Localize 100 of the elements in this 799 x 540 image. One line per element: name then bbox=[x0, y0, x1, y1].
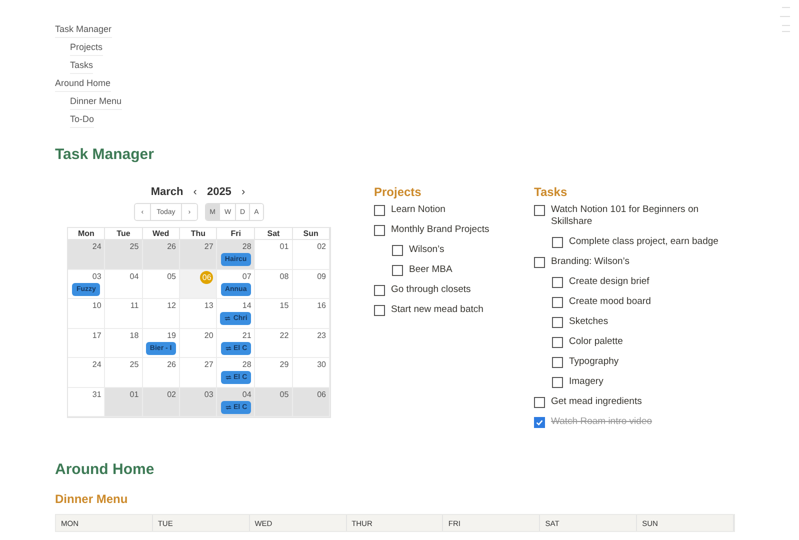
day-cell[interactable]: 24 bbox=[68, 358, 106, 388]
task-label: Complete class project, earn badge bbox=[569, 236, 718, 248]
day-number: 28 bbox=[242, 359, 252, 370]
day-number: 10 bbox=[92, 300, 102, 311]
checkbox[interactable] bbox=[374, 205, 385, 216]
repeat-icon bbox=[224, 315, 232, 322]
task-label: Sketches bbox=[569, 316, 608, 328]
task-label: Imagery bbox=[569, 376, 604, 388]
task-label: Get mead ingredients bbox=[551, 396, 642, 408]
day-cell[interactable]: 06 bbox=[292, 388, 330, 417]
month-label: March bbox=[150, 186, 184, 198]
day-number: 27 bbox=[204, 241, 214, 252]
day-cell[interactable]: 01 bbox=[105, 388, 143, 417]
toc-link[interactable]: Task Manager bbox=[55, 20, 112, 38]
task-label: Typography bbox=[569, 356, 619, 368]
checkbox[interactable] bbox=[552, 317, 563, 328]
day-number: 07 bbox=[242, 270, 252, 282]
day-cell[interactable]: 02 bbox=[292, 240, 330, 270]
next-year-button[interactable]: › bbox=[239, 186, 248, 198]
day-number: 17 bbox=[92, 330, 102, 340]
day-cell[interactable]: 25 bbox=[105, 240, 143, 270]
task-label: Watch Roam intro video bbox=[551, 416, 652, 428]
checkbox[interactable] bbox=[552, 377, 563, 388]
checkbox[interactable] bbox=[552, 337, 563, 348]
checkbox[interactable] bbox=[374, 285, 385, 296]
toc-link[interactable]: Tasks bbox=[70, 56, 94, 74]
day-number: 06 bbox=[200, 270, 214, 284]
previous-year-button[interactable]: ‹ bbox=[191, 186, 199, 198]
checkbox[interactable] bbox=[534, 397, 545, 408]
task-label: Start new mead batch bbox=[391, 304, 484, 316]
toc-link[interactable]: Projects bbox=[70, 38, 103, 56]
toc-link[interactable]: Dinner Menu bbox=[70, 92, 122, 110]
day-number: 28 bbox=[242, 241, 252, 252]
day-cell[interactable]: 01 bbox=[255, 240, 293, 270]
day-cell[interactable]: 20 bbox=[180, 328, 218, 358]
section-heading: Task Manager bbox=[55, 146, 155, 163]
day-number: 12 bbox=[167, 300, 176, 311]
checkbox[interactable] bbox=[392, 265, 403, 276]
day-number: 23 bbox=[317, 330, 326, 340]
checkbox[interactable] bbox=[374, 225, 385, 236]
day-cell[interactable]: 13 bbox=[180, 299, 218, 328]
day-cell[interactable]: 17 bbox=[68, 328, 106, 358]
weekday-header: Sun bbox=[292, 228, 330, 240]
day-cell[interactable]: 08 bbox=[255, 270, 293, 299]
checkbox[interactable] bbox=[534, 417, 545, 428]
day-cell[interactable]: 24 bbox=[68, 240, 106, 270]
day-number: 02 bbox=[167, 388, 176, 400]
day-cell[interactable]: 10 bbox=[68, 299, 106, 328]
day-number: 01 bbox=[130, 388, 139, 400]
task-label: Create design brief bbox=[569, 276, 650, 288]
day-number: 25 bbox=[130, 241, 139, 252]
day-number: 04 bbox=[242, 388, 252, 400]
checkbox[interactable] bbox=[374, 305, 385, 316]
day-number: 24 bbox=[92, 359, 102, 370]
day-cell[interactable]: 18 bbox=[105, 328, 143, 358]
day-number: 31 bbox=[92, 388, 102, 400]
day-cell[interactable]: 02 bbox=[142, 388, 180, 417]
day-cell[interactable]: 11 bbox=[105, 299, 143, 328]
day-number: 24 bbox=[92, 241, 102, 252]
day-cell[interactable]: 16 bbox=[292, 299, 330, 328]
day-cell[interactable]: 23 bbox=[292, 328, 330, 358]
task-label: Go through closets bbox=[391, 284, 471, 296]
day-number: 22 bbox=[280, 330, 289, 340]
day-number: 27 bbox=[204, 359, 214, 370]
task-label: Beer MBA bbox=[409, 264, 452, 276]
day-cell[interactable]: 12 bbox=[142, 299, 180, 328]
checkbox[interactable] bbox=[392, 245, 403, 256]
day-number: 03 bbox=[92, 270, 102, 282]
toc-link[interactable]: To-Do bbox=[70, 110, 94, 128]
day-cell[interactable]: 05 bbox=[255, 388, 293, 417]
list-heading: Projects bbox=[374, 185, 422, 199]
repeat-icon bbox=[224, 344, 232, 352]
day-number: 11 bbox=[130, 300, 139, 311]
checkbox[interactable] bbox=[552, 277, 563, 288]
day-number: 26 bbox=[167, 359, 176, 370]
day-cell[interactable]: 15 bbox=[255, 299, 293, 328]
year-label: 2025 bbox=[206, 186, 232, 198]
day-number: 13 bbox=[204, 300, 214, 311]
day-cell[interactable]: 22 bbox=[255, 328, 293, 358]
day-cell[interactable]: 27 bbox=[180, 240, 218, 270]
checkbox[interactable] bbox=[552, 237, 563, 248]
day-cell[interactable]: 04 bbox=[105, 270, 143, 299]
task-label: Learn Notion bbox=[391, 204, 446, 216]
checkbox[interactable] bbox=[552, 297, 563, 308]
day-number: 15 bbox=[280, 300, 289, 311]
repeat-icon bbox=[224, 404, 232, 410]
task-label: Branding: Wilson’s bbox=[551, 256, 630, 268]
checkbox[interactable] bbox=[534, 257, 545, 268]
day-number: 06 bbox=[317, 388, 326, 400]
day-cell[interactable]: 26 bbox=[142, 240, 180, 270]
day-number: 09 bbox=[317, 270, 326, 282]
day-number: 05 bbox=[167, 270, 176, 282]
day-number: 25 bbox=[130, 359, 139, 370]
day-number: 30 bbox=[317, 359, 326, 370]
day-cell[interactable]: 09 bbox=[292, 270, 330, 299]
checkbox[interactable] bbox=[534, 205, 545, 216]
toc-link[interactable]: Around Home bbox=[55, 74, 111, 92]
day-cell[interactable]: 03 bbox=[180, 388, 218, 417]
checkbox[interactable] bbox=[552, 357, 563, 368]
section-heading: Around Home bbox=[55, 461, 156, 478]
